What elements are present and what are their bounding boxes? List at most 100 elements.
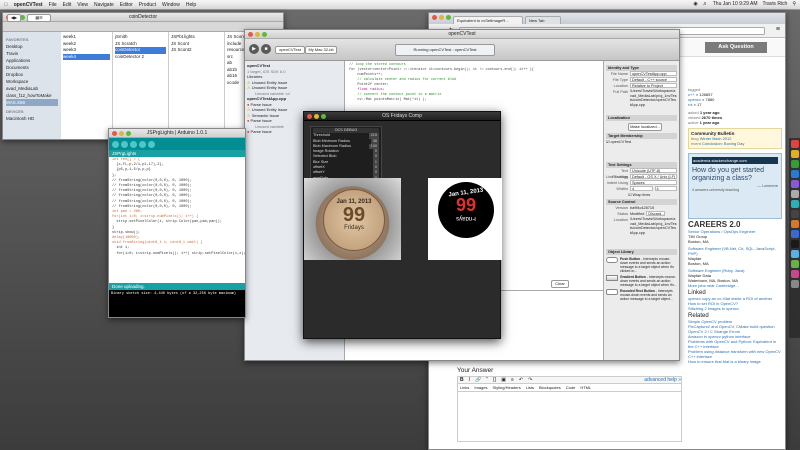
minimize-button[interactable] xyxy=(119,131,124,136)
dock-app-icon[interactable] xyxy=(790,190,799,198)
stop-button[interactable]: ■ xyxy=(261,44,271,54)
job-title[interactable]: Software Engineer (VB.Net, C#, SQL, Java… xyxy=(688,246,782,256)
minimize-button[interactable] xyxy=(314,114,319,119)
dock-app-icon[interactable] xyxy=(790,150,799,158)
menu-user[interactable]: Travis Rich xyxy=(763,1,788,7)
zoom-button[interactable] xyxy=(126,131,131,136)
scheme-selector[interactable]: openCVTest xyxy=(275,46,305,54)
help-tab[interactable]: Lists xyxy=(526,385,534,390)
browser-tab[interactable]: New Tab xyxy=(525,16,561,24)
italic-icon[interactable]: I xyxy=(469,377,470,383)
dock-app-icon[interactable] xyxy=(790,160,799,168)
dock-app-icon[interactable] xyxy=(790,210,799,218)
bold-icon[interactable]: B xyxy=(460,377,464,383)
upload-icon[interactable] xyxy=(121,140,128,148)
zoom-button[interactable] xyxy=(321,114,326,119)
verify-icon[interactable] xyxy=(112,140,119,148)
redo-icon[interactable]: ↷ xyxy=(528,377,532,383)
tab-width-field[interactable]: 4 xyxy=(630,186,653,191)
zoom-button[interactable] xyxy=(262,32,267,37)
related-question[interactable]: Problems with OpenCV and Python: Equival… xyxy=(688,339,782,349)
xcode-titlebar[interactable]: openCVTest xyxy=(245,30,679,39)
sidebar-item-travis[interactable]: Travis xyxy=(6,50,58,57)
dock-app-icon[interactable] xyxy=(790,260,799,268)
wrench-icon[interactable]: ≡ xyxy=(776,26,780,33)
menu-editor[interactable]: Editor xyxy=(120,2,133,8)
sidebar-item-avad[interactable]: avad_MediaLab xyxy=(6,85,58,92)
wifi-icon[interactable]: ◉ xyxy=(693,1,697,7)
image-icon[interactable]: ▣ xyxy=(501,377,506,383)
sidebar-item-applications[interactable]: Applications xyxy=(6,57,58,64)
careers-logo[interactable]: CAREERS 2.0 xyxy=(688,221,782,229)
dock-app-icon[interactable] xyxy=(790,250,799,258)
dock-app-icon[interactable] xyxy=(790,200,799,208)
dock-app-icon[interactable] xyxy=(790,170,799,178)
indent-select[interactable]: Spaces xyxy=(630,180,677,185)
library-item[interactable]: Rounded Rect Button - Intercepts mouse-d… xyxy=(606,289,677,301)
target-checkbox-row[interactable]: ☑ openCVTest xyxy=(606,139,677,144)
job-listing[interactable]: Senior Operations / OpsOps Engineer TIM G… xyxy=(688,229,782,244)
dock-app-icon[interactable] xyxy=(790,270,799,278)
close-button[interactable] xyxy=(432,15,437,20)
sketch-tab[interactable]: JSPrgLights xyxy=(109,150,245,157)
spotlight-icon[interactable]: ⚲ xyxy=(792,1,796,7)
menu-help[interactable]: Help xyxy=(186,2,196,8)
new-icon[interactable] xyxy=(130,140,137,148)
trash-icon[interactable] xyxy=(790,280,799,288)
target-selector[interactable]: My Mac 32-bit xyxy=(305,46,337,54)
folder-item[interactable]: coinDetector 2 xyxy=(115,54,166,61)
zoom-button[interactable] xyxy=(446,15,451,20)
library-item[interactable]: Push Button - Intercepts mouse-down even… xyxy=(606,257,677,273)
related-question[interactable]: How to ensure that Mat is a binary image xyxy=(688,359,782,364)
volume-icon[interactable]: ♬ xyxy=(703,1,708,7)
quote-icon[interactable]: “ xyxy=(486,377,488,383)
academia-ad[interactable]: academia.stackexchange.com How do you ge… xyxy=(688,153,782,219)
discard-button[interactable]: Discard... xyxy=(646,211,666,216)
arduino-titlebar[interactable]: JSPrgLights | Arduino 1.0.1 xyxy=(109,129,245,138)
dock-app-icon[interactable] xyxy=(790,140,799,148)
link-icon[interactable]: 🔗 xyxy=(475,377,481,383)
dock-app-icon[interactable] xyxy=(790,180,799,188)
help-tab[interactable]: Code xyxy=(566,385,576,390)
sidebar-item-dropbox[interactable]: Dropbox xyxy=(6,71,58,78)
dock-app-icon[interactable] xyxy=(790,240,799,248)
view-mode-control[interactable]: ▦☰ xyxy=(27,14,51,22)
sidebar-item-desktop[interactable]: Desktop xyxy=(6,43,58,50)
help-tab[interactable]: Blockquotes xyxy=(539,385,561,390)
help-tab[interactable]: Styling/Headers xyxy=(492,385,520,390)
run-button[interactable]: ▶ xyxy=(249,44,259,54)
dock-app-icon[interactable] xyxy=(790,230,799,238)
file-name-field[interactable]: openCVTestApp.cpp xyxy=(630,71,677,76)
answer-textarea[interactable] xyxy=(457,392,682,442)
library-item[interactable]: Gradient Button - Intercepts mouse-down … xyxy=(606,275,677,287)
help-tab[interactable]: Images xyxy=(474,385,487,390)
sidebar-item-workspace[interactable]: Workspace xyxy=(6,78,58,85)
file-type-select[interactable]: Default - C++ source xyxy=(630,77,677,82)
indent-width-field[interactable]: 4 xyxy=(654,186,677,191)
job-listing[interactable]: Software Engineer (Ruby, Java) Wayfair Da… xyxy=(688,268,782,283)
list-icon[interactable]: ≡ xyxy=(511,377,514,383)
open-icon[interactable] xyxy=(139,140,146,148)
encoding-select[interactable]: Unicode (UTF-8) xyxy=(630,168,677,173)
sidebar-item-class[interactable]: class_f12_howToMake xyxy=(6,92,58,99)
undo-icon[interactable]: ↶ xyxy=(519,377,523,383)
advanced-help-link[interactable]: advanced help » xyxy=(644,377,681,383)
sidebar-item-mass66[interactable]: MAS.S66 xyxy=(6,99,58,106)
job-listing[interactable]: Software Engineer (VB.Net, C#, SQL, Java… xyxy=(688,246,782,266)
help-tab[interactable]: Links xyxy=(460,385,469,390)
more-jobs-link[interactable]: More jobs near Cambridge... xyxy=(688,283,782,288)
bulletin-link[interactable]: Conclusion: Boxing Day xyxy=(702,141,744,146)
line-endings-select[interactable]: Default - OS X / Unix (LF) xyxy=(630,174,677,179)
sketch-editor[interactable]: int red[] = { {x,FL,p,2/1,p1,17),2}, {p5… xyxy=(109,157,245,283)
make-localized-button[interactable]: Make localized... xyxy=(628,123,662,131)
save-icon[interactable] xyxy=(148,140,155,148)
minimize-button[interactable] xyxy=(439,15,444,20)
related-question[interactable]: Problem using distance transform with ne… xyxy=(688,349,782,359)
wrap-lines-checkbox[interactable]: ☑ Wrap lines xyxy=(606,192,677,197)
tag-link[interactable]: roi xyxy=(688,102,692,107)
menu-product[interactable]: Product xyxy=(139,2,156,8)
menu-navigate[interactable]: Navigate xyxy=(94,2,114,8)
apple-icon[interactable]:  xyxy=(4,2,8,8)
folder-item[interactable]: week4 xyxy=(63,53,110,60)
browser-tab[interactable]: Equivalent to cvSetImageR... xyxy=(453,16,523,24)
